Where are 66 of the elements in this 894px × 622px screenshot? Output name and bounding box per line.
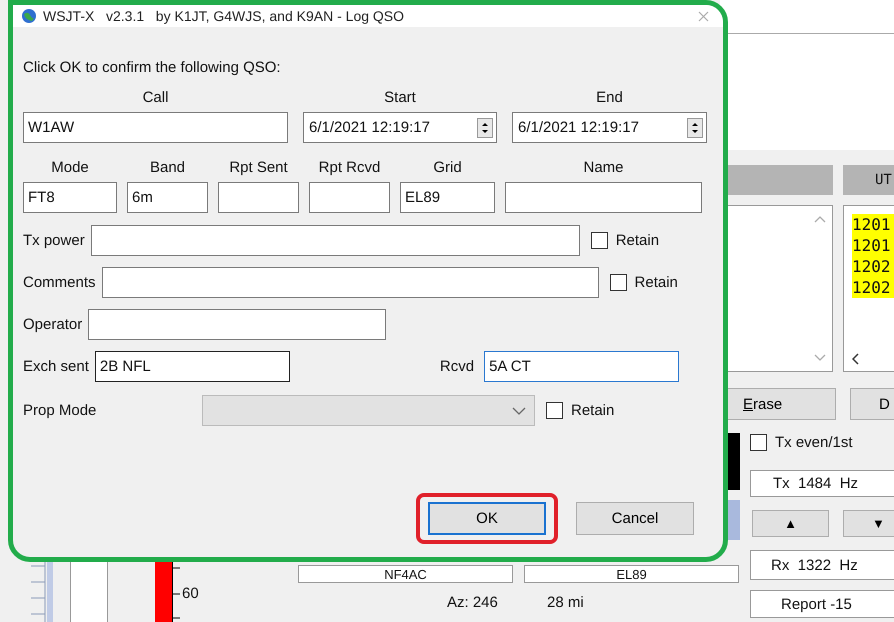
field-label: Band: [150, 159, 186, 177]
field-label: Mode: [51, 159, 89, 177]
scroll-left-icon[interactable]: [852, 353, 859, 365]
field-label: Start: [384, 89, 416, 107]
checkbox-label: Tx even/1st: [775, 434, 853, 451]
received-exchange-field[interactable]: 5A CT: [484, 351, 680, 382]
end-time-field[interactable]: 6/1/2021 12:19:17: [512, 112, 707, 143]
field-label: Grid: [433, 159, 462, 177]
tx-frequency-field[interactable]: Tx 1484 Hz: [750, 470, 894, 497]
report-field[interactable]: Report -15: [750, 590, 894, 618]
decode-line: 1201: [852, 235, 892, 256]
rx-frequency-field[interactable]: Rx 1322 Hz: [750, 550, 894, 580]
decode-button[interactable]: D: [850, 388, 894, 420]
down-button[interactable]: ▼: [843, 510, 894, 537]
dx-call-field[interactable]: NF4AC: [298, 565, 513, 583]
input-field[interactable]: 6m: [127, 182, 208, 213]
tx-even-checkbox[interactable]: Tx even/1st: [750, 434, 853, 451]
operator-field[interactable]: [88, 309, 386, 340]
prompt-text: Click OK to confirm the following QSO:: [23, 59, 282, 77]
panel-edge: [47, 562, 53, 622]
input-field[interactable]: [505, 182, 702, 213]
spinner-icon[interactable]: [687, 118, 703, 138]
distance-label: 28 mi: [547, 594, 584, 611]
checkbox[interactable]: [750, 434, 767, 451]
cancel-button[interactable]: Cancel: [576, 502, 694, 535]
field-label: Name: [583, 159, 624, 177]
spinner-icon[interactable]: [477, 118, 493, 138]
field-label: Call: [142, 89, 168, 107]
field-label: Rpt Rcvd: [318, 159, 380, 177]
field-label: Operator: [23, 316, 82, 333]
call-field[interactable]: W1AW: [23, 112, 288, 143]
meter-tick-label: 60: [182, 585, 199, 602]
field-label: Tx power: [23, 232, 85, 249]
input-field[interactable]: [218, 182, 299, 213]
exchange-sent-field[interactable]: 2B NFL: [94, 351, 290, 382]
field-label: End: [596, 89, 623, 107]
field-label: Exch sent: [23, 358, 89, 375]
meter-scale-icon: [172, 562, 182, 622]
comments-field[interactable]: [102, 267, 599, 298]
window-title: WSJT-X v2.3.1 by K1JT, G4WJS, and K9AN - Log QSO: [43, 8, 406, 24]
globe-icon: [21, 8, 37, 24]
field-label: Comments: [23, 274, 96, 291]
decode-line: 1202: [852, 277, 892, 298]
decode-line: 1201: [852, 214, 892, 235]
decode-line: 1202: [852, 256, 892, 277]
signal-meter-bar: [155, 562, 172, 622]
field-label: Prop Mode: [23, 402, 98, 419]
retain-checkbox[interactable]: Retain: [590, 232, 660, 249]
dx-grid-field[interactable]: EL89: [524, 565, 739, 583]
waterfall-panel: [70, 562, 108, 622]
scroll-up-icon[interactable]: [814, 216, 826, 223]
ok-button[interactable]: OK: [428, 502, 546, 535]
scroll-down-icon[interactable]: [814, 354, 826, 361]
close-icon[interactable]: [698, 10, 709, 22]
input-field[interactable]: FT8: [23, 182, 117, 213]
azimuth-label: Az: 246: [447, 594, 498, 611]
up-button[interactable]: ▲: [752, 510, 829, 537]
input-field[interactable]: [309, 182, 390, 213]
start-time-field[interactable]: 6/1/2021 12:19:17: [303, 112, 497, 143]
field-label: Rcvd: [440, 358, 474, 375]
column-header: UT: [843, 165, 894, 195]
tx-power-field[interactable]: [90, 225, 580, 256]
chevron-down-icon: [512, 406, 526, 414]
input-field[interactable]: EL89: [400, 182, 495, 213]
field-label: Rpt Sent: [229, 159, 288, 177]
retain-checkbox[interactable]: Retain: [610, 274, 678, 291]
